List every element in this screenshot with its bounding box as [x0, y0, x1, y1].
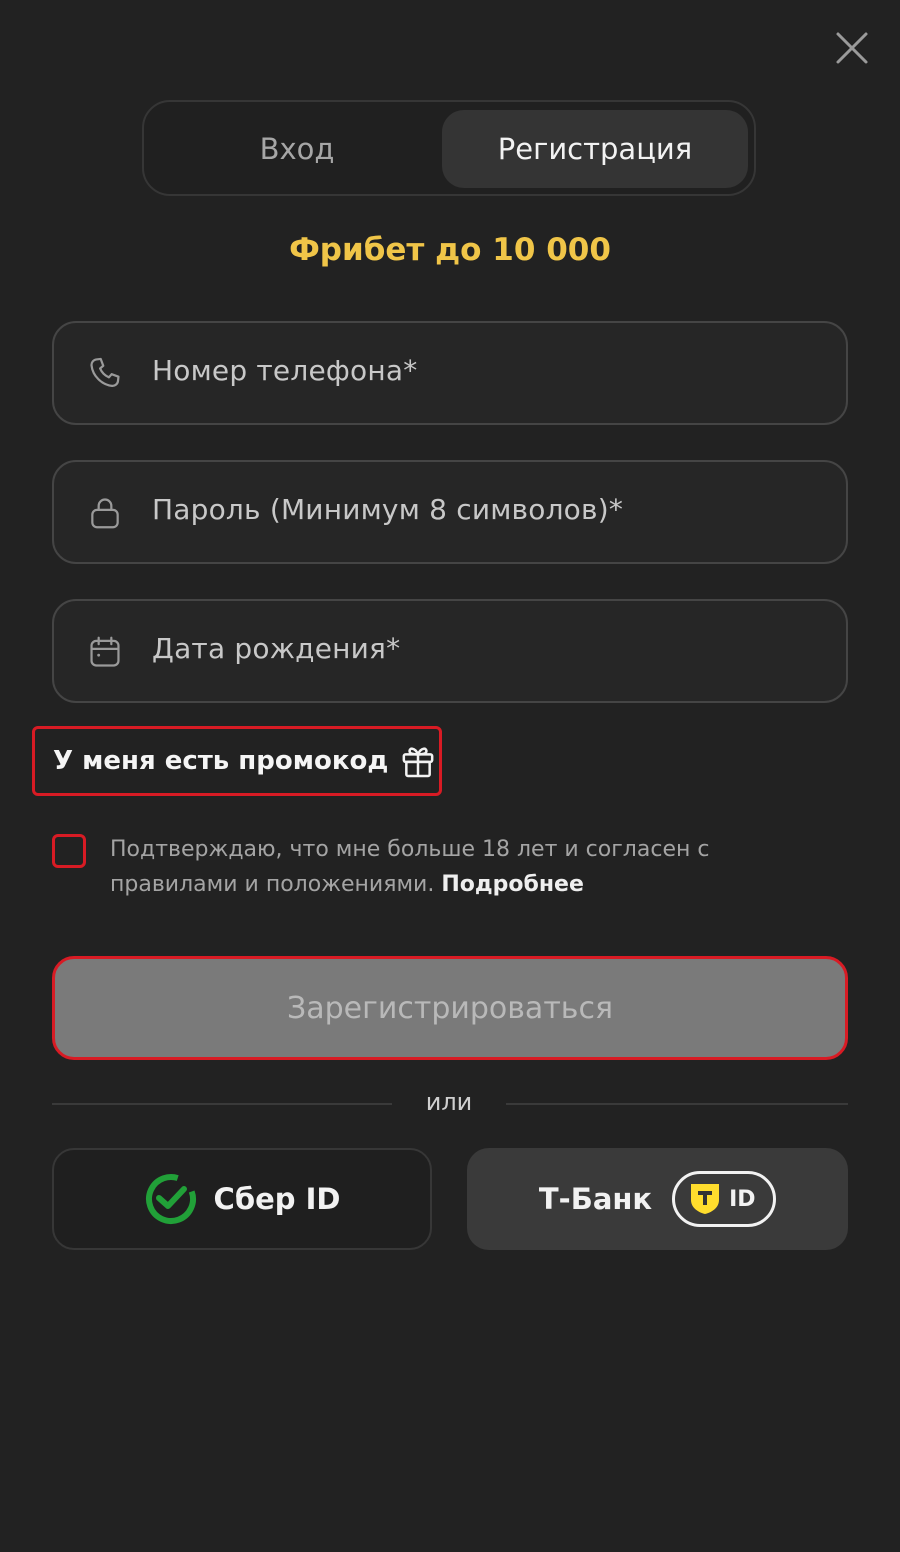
tab-login[interactable]: Вход: [152, 110, 442, 188]
sber-id-label: Сбер ID: [213, 1182, 341, 1216]
divider-or: или: [425, 1088, 473, 1116]
gift-icon: [402, 747, 434, 778]
divider-line-right: [506, 1103, 848, 1105]
sber-id-button[interactable]: Сбер ID: [52, 1148, 432, 1250]
promo-code-link[interactable]: У меня есть промокод: [32, 726, 442, 796]
freebet-title: Фрибет до 10 000: [289, 232, 611, 268]
birthdate-field[interactable]: Дата рождения*: [52, 599, 848, 703]
lock-icon: [91, 498, 119, 529]
consent-text: Подтверждаю, что мне больше 18 лет и сог…: [110, 832, 810, 902]
calendar-icon: [90, 636, 120, 667]
consent-label: Подтверждаю, что мне больше 18 лет и сог…: [110, 837, 710, 897]
promo-code-label: У меня есть промокод: [53, 746, 389, 776]
sber-logo-icon: [145, 1174, 196, 1224]
close-button[interactable]: [826, 22, 878, 74]
auth-tabs: Вход Регистрация: [142, 100, 756, 196]
tab-register[interactable]: Регистрация: [442, 110, 748, 188]
tbank-shield-icon: [691, 1184, 720, 1214]
phone-icon: [90, 357, 120, 387]
tbank-id-badge: ID: [672, 1171, 777, 1227]
password-field[interactable]: Пароль (Минимум 8 символов)*: [52, 460, 848, 564]
consent-more-link[interactable]: Подробнее: [441, 872, 584, 897]
password-placeholder: Пароль (Минимум 8 символов)*: [152, 493, 624, 526]
age-consent-checkbox[interactable]: [52, 834, 86, 868]
phone-field[interactable]: Номер телефона*: [52, 321, 848, 425]
tbank-id-button[interactable]: Т-Банк ID: [467, 1148, 848, 1250]
tbank-id-text: ID: [729, 1186, 756, 1212]
tbank-label: Т-Банк: [538, 1182, 653, 1216]
register-submit-button[interactable]: Зарегистрироваться: [52, 956, 848, 1060]
divider-line-left: [52, 1103, 392, 1105]
phone-placeholder: Номер телефона*: [152, 354, 418, 387]
birthdate-placeholder: Дата рождения*: [152, 632, 401, 665]
close-icon: [836, 32, 868, 64]
